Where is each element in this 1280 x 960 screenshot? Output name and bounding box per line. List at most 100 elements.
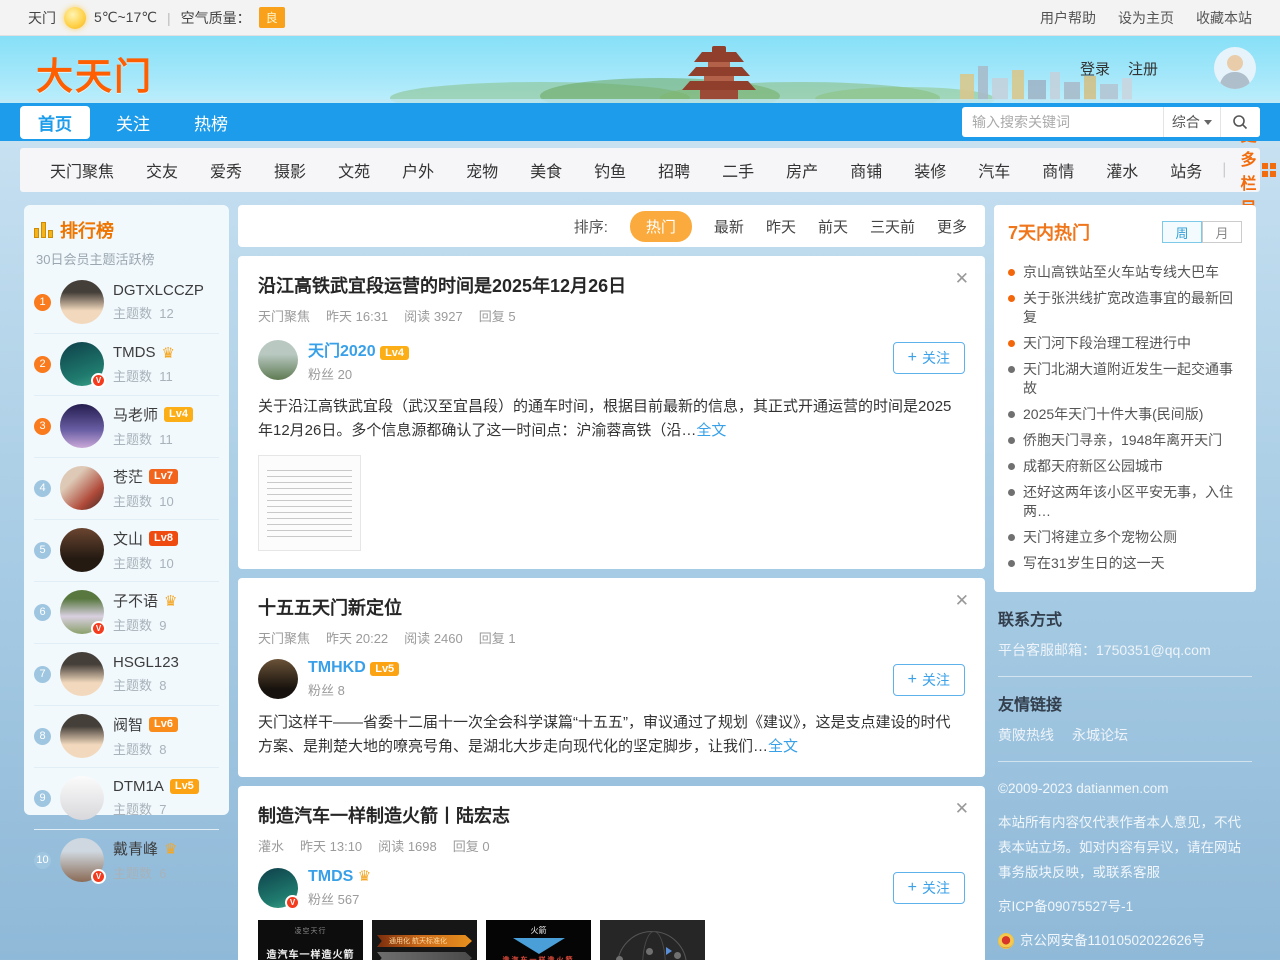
sort-option-hot[interactable]: 热门 [630,211,692,242]
close-icon[interactable]: ✕ [955,592,969,609]
ranking-item[interactable]: 3 马老师Lv4 主题数 11 [34,396,219,458]
week-toggle[interactable]: 周 [1162,221,1202,243]
hot-item[interactable]: 还好这两年该小区平安无事，入住两… [1008,479,1242,524]
sort-option-more[interactable]: 更多 [937,216,967,237]
category-item[interactable]: 装修 [898,158,962,182]
search-input[interactable] [962,114,1163,130]
category-item[interactable]: 房产 [770,158,834,182]
category-item[interactable]: 户外 [386,158,450,182]
ranking-item[interactable]: 10 V 戴青峰♛ 主题数 6 [34,830,219,891]
post-title[interactable]: 十五五天门新定位 [258,594,965,620]
category-item[interactable]: 美食 [514,158,578,182]
tab-hotlist[interactable]: 热榜 [176,106,246,139]
bookmark-site-link[interactable]: 收藏本站 [1196,8,1252,28]
hot-item[interactable]: 2025年天门十件大事(民间版) [1008,401,1242,427]
sort-option-newest[interactable]: 最新 [714,216,744,237]
category-item[interactable]: 二手 [706,158,770,182]
author-name[interactable]: TMHKD [308,659,366,676]
ranking-item[interactable]: 9 DTM1ALv5 主题数 7 [34,768,219,830]
avatar[interactable] [60,776,104,820]
hot-item[interactable]: 侨胞天门寻亲，1948年离开天门 [1008,427,1242,453]
category-item[interactable]: 天门聚焦 [34,158,130,182]
month-toggle[interactable]: 月 [1202,221,1242,243]
video-thumbnail[interactable]: 通用化 航天标准化 [372,920,477,960]
ranking-item[interactable]: 5 文山Lv8 主题数 10 [34,520,219,582]
post-board[interactable]: 天门聚焦 [258,628,310,647]
avatar[interactable] [60,404,104,448]
friend-link[interactable]: 黄陂热线 [998,725,1054,745]
username[interactable]: DTM1A [113,778,164,795]
category-item[interactable]: 交友 [130,158,194,182]
ranking-item[interactable]: 8 阀智Lv6 主题数 8 [34,706,219,768]
close-icon[interactable]: ✕ [955,270,969,287]
username[interactable]: TMDS [113,344,156,361]
video-thumbnail[interactable]: 凌空天行 造汽车一样造火箭 [258,920,363,960]
username[interactable]: 马老师 [113,404,158,425]
avatar[interactable] [60,652,104,696]
category-item[interactable]: 灌水 [1090,158,1154,182]
category-item[interactable]: 商铺 [834,158,898,182]
avatar[interactable] [258,659,298,699]
sort-option-daybefore[interactable]: 前天 [818,216,848,237]
username[interactable]: 戴青峰 [113,838,158,859]
avatar[interactable] [258,340,298,380]
category-item[interactable]: 商情 [1026,158,1090,182]
post-title[interactable]: 沿江高铁武宜段运营的时间是2025年12月26日 [258,272,965,298]
fulltext-link[interactable]: 全文 [768,738,798,755]
set-homepage-link[interactable]: 设为主页 [1118,8,1174,28]
user-avatar[interactable] [1214,47,1256,89]
close-icon[interactable]: ✕ [955,800,969,817]
category-item[interactable]: 钓鱼 [578,158,642,182]
hot-item[interactable]: 天门北湖大道附近发生一起交通事故 [1008,356,1242,401]
avatar[interactable] [60,280,104,324]
tab-follow[interactable]: 关注 [98,106,168,139]
username[interactable]: 阀智 [113,714,143,735]
friend-link[interactable]: 永城论坛 [1072,725,1128,745]
username[interactable]: DGTXLCCZP [113,282,204,299]
sort-option-yesterday[interactable]: 昨天 [766,216,796,237]
video-thumbnail[interactable] [600,920,705,960]
category-item[interactable]: 宠物 [450,158,514,182]
hot-item[interactable]: 写在31岁生日的这一天 [1008,550,1242,576]
sort-option-3days[interactable]: 三天前 [870,216,915,237]
hot-item[interactable]: 京山高铁站至火车站专线大巴车 [1008,259,1242,285]
tab-home[interactable]: 首页 [20,106,90,139]
video-thumbnail[interactable]: 火箭 造汽车一样造火箭 工业品 [486,920,591,960]
post-board[interactable]: 灌水 [258,836,284,855]
ranking-item[interactable]: 1 DGTXLCCZP 主题数 12 [34,272,219,334]
author-name[interactable]: TMDS [308,868,353,885]
username[interactable]: 子不语 [113,590,158,611]
follow-button[interactable]: +关注 [893,664,965,696]
category-item[interactable]: 文苑 [322,158,386,182]
icp-number[interactable]: 京ICP备09075527号-1 [998,894,1252,919]
username[interactable]: 苍茫 [113,466,143,487]
fulltext-link[interactable]: 全文 [696,422,726,439]
category-item[interactable]: 站务 [1154,158,1218,182]
category-item[interactable]: 摄影 [258,158,322,182]
search-filter-dropdown[interactable]: 综合 [1163,107,1220,137]
ranking-item[interactable]: 4 苍茫Lv7 主题数 10 [34,458,219,520]
site-logo[interactable]: 大天门 [36,46,153,100]
avatar[interactable] [60,528,104,572]
search-button[interactable] [1220,107,1260,137]
author-name[interactable]: 天门2020 [308,343,376,360]
post-thumbnail[interactable] [258,455,361,551]
follow-button[interactable]: +关注 [893,342,965,374]
ranking-item[interactable]: 2 V TMDS♛ 主题数 11 [34,334,219,396]
register-link[interactable]: 注册 [1128,58,1158,79]
post-title[interactable]: 制造汽车一样制造火箭丨陆宏志 [258,802,965,828]
hot-item[interactable]: 天门河下段治理工程进行中 [1008,330,1242,356]
post-board[interactable]: 天门聚焦 [258,306,310,325]
hot-item[interactable]: 天门将建立多个宠物公厕 [1008,524,1242,550]
category-item[interactable]: 汽车 [962,158,1026,182]
ranking-item[interactable]: 7 HSGL123 主题数 8 [34,644,219,706]
avatar[interactable] [60,714,104,758]
avatar[interactable] [60,466,104,510]
user-help-link[interactable]: 用户帮助 [1040,8,1096,28]
hot-item[interactable]: 成都天府新区公园城市 [1008,453,1242,479]
police-number[interactable]: 京公网安备11010502022626号 [1020,928,1205,953]
category-item[interactable]: 招聘 [642,158,706,182]
username[interactable]: HSGL123 [113,654,179,671]
login-link[interactable]: 登录 [1080,58,1110,79]
follow-button[interactable]: +关注 [893,872,965,904]
